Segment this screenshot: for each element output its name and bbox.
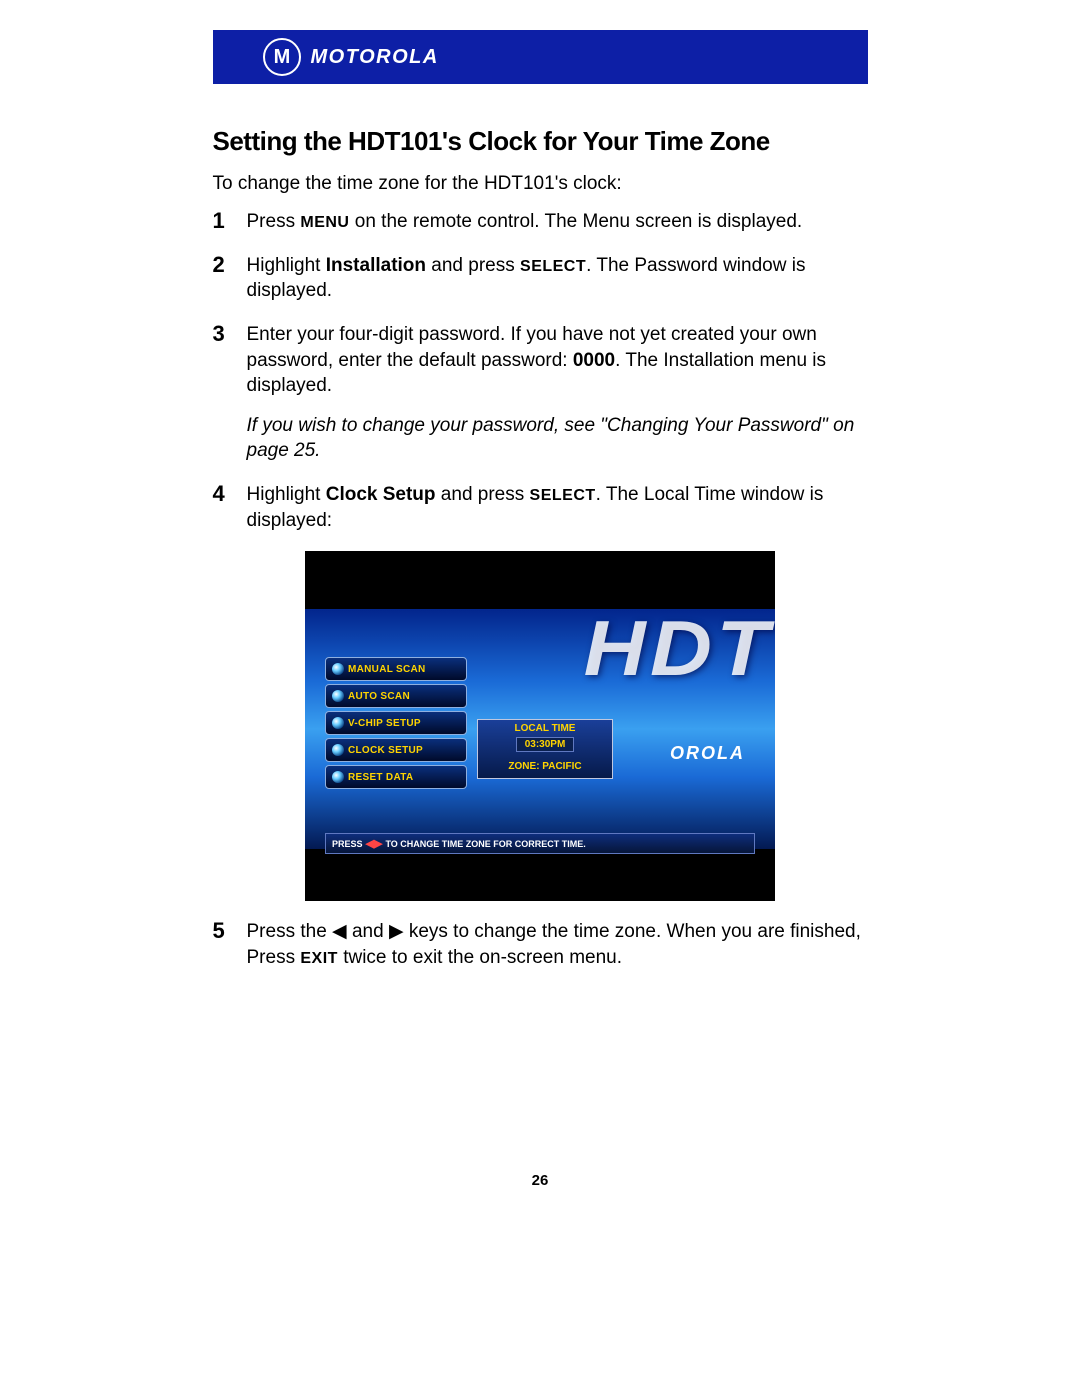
text: and press bbox=[426, 255, 520, 276]
step-3: 3 Enter your four-digit password. If you… bbox=[213, 322, 868, 464]
dialog-label: LOCAL TIME bbox=[478, 723, 612, 734]
step-body: Enter your four-digit password. If you h… bbox=[243, 322, 868, 464]
header-bar: M MOTOROLA bbox=[213, 30, 868, 84]
menu-label: RESET DATA bbox=[348, 772, 413, 783]
logo-letter: M bbox=[274, 46, 290, 69]
text: twice to exit the on-screen menu. bbox=[338, 947, 622, 968]
menu-label: MANUAL SCAN bbox=[348, 664, 426, 675]
text: on the remote control. The Menu screen i… bbox=[349, 211, 802, 232]
help-text-pre: PRESS bbox=[332, 839, 363, 849]
step-2: 2 Highlight Installation and press SELEC… bbox=[213, 253, 868, 304]
bullet-icon bbox=[332, 771, 344, 783]
key-select: SELECT bbox=[520, 258, 586, 275]
manual-page: M MOTOROLA Setting the HDT101's Clock fo… bbox=[0, 0, 1080, 1397]
menu-item-reset-data: RESET DATA bbox=[325, 765, 467, 789]
step-number: 1 bbox=[213, 209, 243, 235]
intro-text: To change the time zone for the HDT101's… bbox=[213, 173, 868, 195]
step-number: 3 bbox=[213, 322, 243, 464]
menu-item-auto-scan: AUTO SCAN bbox=[325, 684, 467, 708]
local-time-dialog: LOCAL TIME 03:30PM ZONE: PACIFIC bbox=[477, 719, 613, 779]
step-body: Highlight Installation and press SELECT.… bbox=[243, 253, 868, 304]
right-arrow-icon: ▶ bbox=[389, 921, 404, 942]
text: Press bbox=[247, 211, 301, 232]
step-body: Press MENU on the remote control. The Me… bbox=[243, 209, 803, 235]
text: Highlight bbox=[247, 484, 326, 505]
step-1: 1 Press MENU on the remote control. The … bbox=[213, 209, 868, 235]
dialog-time: 03:30PM bbox=[516, 737, 575, 752]
menu-item-manual-scan: MANUAL SCAN bbox=[325, 657, 467, 681]
menu-label: CLOCK SETUP bbox=[348, 745, 423, 756]
menu-item-clock-setup: CLOCK SETUP bbox=[325, 738, 467, 762]
tv-menu: MANUAL SCAN AUTO SCAN V-CHIP SETUP CLOCK… bbox=[325, 657, 467, 792]
bold-text: Clock Setup bbox=[326, 484, 436, 505]
key-menu: MENU bbox=[300, 214, 349, 231]
key-select: SELECT bbox=[530, 487, 596, 504]
step-number: 2 bbox=[213, 253, 243, 304]
bold-text: 0000 bbox=[573, 350, 615, 371]
menu-label: AUTO SCAN bbox=[348, 691, 410, 702]
text: Press the bbox=[247, 921, 333, 942]
page-content: Setting the HDT101's Clock for Your Time… bbox=[213, 84, 868, 971]
bullet-icon bbox=[332, 717, 344, 729]
tv-bg-text: HDTV bbox=[583, 603, 775, 694]
key-exit: EXIT bbox=[300, 950, 338, 967]
step-4: 4 Highlight Clock Setup and press SELECT… bbox=[213, 482, 868, 533]
menu-label: V-CHIP SETUP bbox=[348, 718, 421, 729]
text: and press bbox=[436, 484, 530, 505]
left-arrow-icon: ◀ bbox=[332, 921, 347, 942]
text: Highlight bbox=[247, 255, 326, 276]
bold-text: Installation bbox=[326, 255, 426, 276]
bullet-icon bbox=[332, 690, 344, 702]
step-body: Highlight Clock Setup and press SELECT. … bbox=[243, 482, 868, 533]
tv-screenshot: HDTV OROLA MANUAL SCAN AUTO SCAN V-CHIP … bbox=[305, 551, 775, 901]
step-5: 5 Press the ◀ and ▶ keys to change the t… bbox=[213, 919, 868, 970]
note-text: If you wish to change your password, see… bbox=[247, 413, 868, 464]
step-number: 5 bbox=[213, 919, 243, 970]
menu-item-vchip-setup: V-CHIP SETUP bbox=[325, 711, 467, 735]
tv-help-bar: PRESS ◀▶ TO CHANGE TIME ZONE FOR CORRECT… bbox=[325, 833, 755, 854]
page-number: 26 bbox=[0, 1172, 1080, 1189]
bullet-icon bbox=[332, 744, 344, 756]
page-heading: Setting the HDT101's Clock for Your Time… bbox=[213, 126, 868, 157]
dialog-zone: ZONE: PACIFIC bbox=[478, 761, 612, 772]
brand-wordmark: MOTOROLA bbox=[311, 46, 439, 69]
step-body: Press the ◀ and ▶ keys to change the tim… bbox=[243, 919, 868, 970]
text: and bbox=[347, 921, 389, 942]
help-text-post: TO CHANGE TIME ZONE FOR CORRECT TIME. bbox=[385, 839, 585, 849]
arrow-left-right-icon: ◀▶ bbox=[366, 837, 383, 850]
step-number: 4 bbox=[213, 482, 243, 533]
motorola-logo-icon: M bbox=[263, 38, 301, 76]
bullet-icon bbox=[332, 663, 344, 675]
tv-brand-fragment: OROLA bbox=[670, 743, 745, 764]
